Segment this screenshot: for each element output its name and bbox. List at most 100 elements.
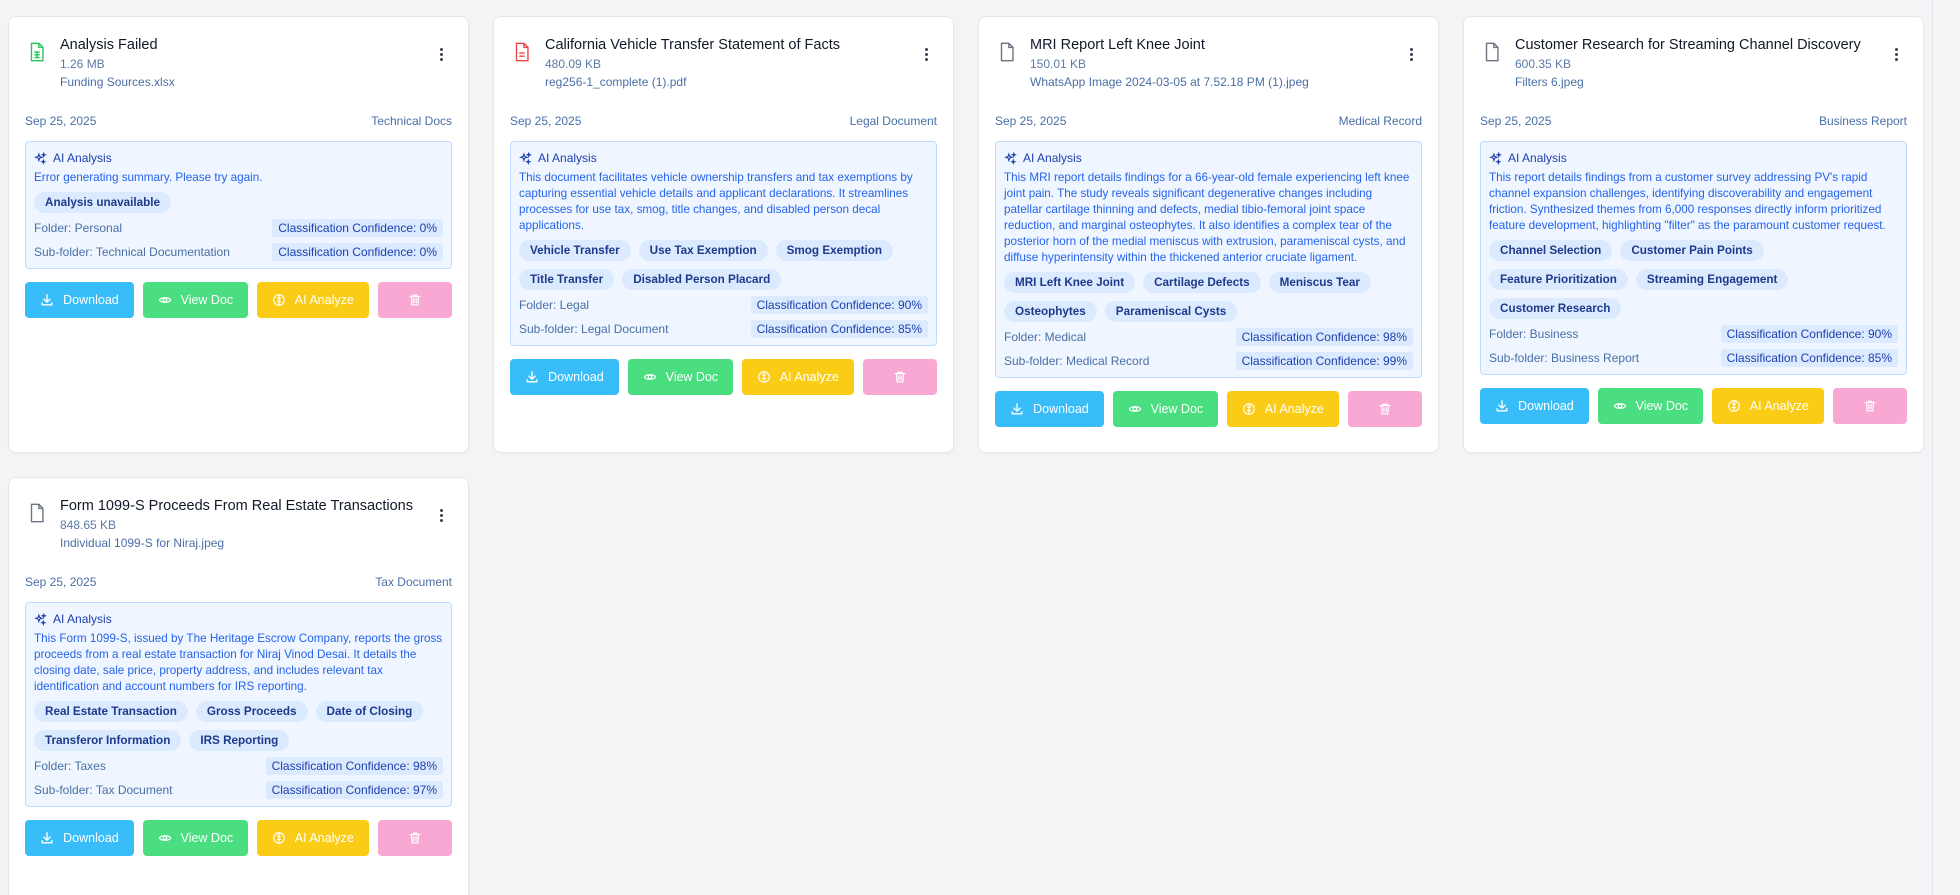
view-doc-label: View Doc xyxy=(665,370,719,384)
ai-analyze-button[interactable]: AI Analyze xyxy=(1226,391,1339,427)
view-doc-button[interactable]: View Doc xyxy=(1112,391,1218,427)
subfolder-row: Sub-folder: Business Report Classificati… xyxy=(1489,349,1898,367)
download-icon xyxy=(1011,403,1023,415)
file-icon xyxy=(26,502,48,524)
card-header: MRI Report Left Knee Joint 150.01 KB Wha… xyxy=(995,33,1422,91)
trash-icon xyxy=(894,371,906,383)
eye-icon xyxy=(643,374,656,380)
subfolder-label: Sub-folder: Legal Document xyxy=(519,322,669,336)
ai-summary: Error generating summary. Please try aga… xyxy=(34,171,263,184)
delete-button[interactable] xyxy=(377,282,452,318)
trash-icon xyxy=(1379,403,1391,415)
card-meta: Sep 25, 2025 Legal Document xyxy=(510,113,937,129)
document-card-4: Customer Research for Streaming Channel … xyxy=(1463,16,1924,453)
download-icon xyxy=(526,371,538,383)
subfolder-row: Sub-folder: Legal Document Classificatio… xyxy=(519,320,928,338)
delete-button[interactable] xyxy=(377,820,452,856)
card-header-text: Customer Research for Streaming Channel … xyxy=(1515,33,1873,91)
tag: Cartilage Defects xyxy=(1143,272,1261,293)
view-doc-button[interactable]: View Doc xyxy=(142,282,248,318)
download-icon xyxy=(1496,400,1508,412)
ai-analyze-button[interactable]: AI Analyze xyxy=(256,282,369,318)
file-name: WhatsApp Image 2024-03-05 at 7.52.18 PM … xyxy=(1030,75,1309,89)
document-category: Medical Record xyxy=(1338,114,1422,128)
card-meta: Sep 25, 2025 Business Report xyxy=(1480,113,1907,129)
card-meta: Sep 25, 2025 Tax Document xyxy=(25,574,452,590)
card-header: Form 1099-S Proceeds From Real Estate Tr… xyxy=(25,494,452,552)
ai-analyze-label: AI Analyze xyxy=(779,370,839,384)
delete-button[interactable] xyxy=(862,359,937,395)
eye-icon xyxy=(158,297,171,303)
ai-summary: This document facilitates vehicle owners… xyxy=(519,171,913,232)
card-actions: Download View Doc AI Analyze xyxy=(995,391,1422,427)
more-options-icon[interactable] xyxy=(430,43,452,65)
download-icon xyxy=(41,832,53,844)
tag: Date of Closing xyxy=(315,701,424,722)
view-doc-label: View Doc xyxy=(180,831,234,845)
more-options-icon[interactable] xyxy=(915,43,937,65)
ai-analyze-button[interactable]: AI Analyze xyxy=(741,359,854,395)
tag: Real Estate Transaction xyxy=(34,701,188,722)
ai-analyze-label: AI Analyze xyxy=(1749,399,1809,413)
more-options-icon[interactable] xyxy=(1400,43,1422,65)
upload-date: Sep 25, 2025 xyxy=(995,114,1067,128)
view-doc-button[interactable]: View Doc xyxy=(627,359,733,395)
delete-button[interactable] xyxy=(1832,388,1907,424)
subfolder-confidence-badge: Classification Confidence: 99% xyxy=(1235,352,1413,370)
ai-analysis-header: AI Analysis xyxy=(34,150,443,166)
folder-confidence-badge: Classification Confidence: 98% xyxy=(265,757,443,775)
tag-list: Channel Selection Customer Pain Points Fea… xyxy=(1489,240,1898,319)
more-options-icon[interactable] xyxy=(1885,43,1907,65)
sparkle-icon xyxy=(1004,151,1017,165)
subfolder-row: Sub-folder: Technical Documentation Clas… xyxy=(34,243,443,261)
upload-date: Sep 25, 2025 xyxy=(510,114,582,128)
card-header-text: California Vehicle Transfer Statement of… xyxy=(545,33,903,91)
document-title: Form 1099-S Proceeds From Real Estate Tr… xyxy=(60,498,413,514)
subfolder-confidence-badge: Classification Confidence: 85% xyxy=(1720,349,1898,367)
tag-list: Vehicle Transfer Use Tax Exemption Smog Ex… xyxy=(519,240,928,290)
file-size: 480.09 KB xyxy=(545,57,602,71)
folder-confidence-badge: Classification Confidence: 0% xyxy=(272,219,443,237)
folder-row: Folder: Taxes Classification Confidence:… xyxy=(34,757,443,775)
document-title: Customer Research for Streaming Channel … xyxy=(1515,37,1861,53)
document-category: Tax Document xyxy=(375,575,452,589)
scrollbar[interactable] xyxy=(1932,0,1960,895)
subfolder-label: Sub-folder: Medical Record xyxy=(1004,354,1150,368)
tag-list: Analysis unavailable xyxy=(34,192,443,213)
tag: MRI Left Knee Joint xyxy=(1004,272,1136,293)
folder-confidence-badge: Classification Confidence: 90% xyxy=(750,296,928,314)
upload-date: Sep 25, 2025 xyxy=(25,114,97,128)
file-name: Filters 6.jpeg xyxy=(1515,75,1584,89)
download-button[interactable]: Download xyxy=(25,282,134,318)
view-doc-button[interactable]: View Doc xyxy=(1597,388,1703,424)
upload-date: Sep 25, 2025 xyxy=(25,575,97,589)
ai-analyze-button[interactable]: AI Analyze xyxy=(1711,388,1824,424)
subfolder-confidence-badge: Classification Confidence: 0% xyxy=(272,243,443,261)
view-doc-button[interactable]: View Doc xyxy=(142,820,248,856)
sparkle-icon xyxy=(34,612,47,626)
spreadsheet-file-icon xyxy=(26,41,48,63)
download-button[interactable]: Download xyxy=(1480,388,1589,424)
folder-label: Folder: Business xyxy=(1489,327,1579,341)
ai-analyze-button[interactable]: AI Analyze xyxy=(256,820,369,856)
card-header-text: MRI Report Left Knee Joint 150.01 KB Wha… xyxy=(1030,33,1388,91)
download-button[interactable]: Download xyxy=(510,359,619,395)
more-options-icon[interactable] xyxy=(430,504,452,526)
document-grid: Analysis Failed 1.26 MB Funding Sources.… xyxy=(8,16,1924,895)
download-button[interactable]: Download xyxy=(25,820,134,856)
document-card-1: Analysis Failed 1.26 MB Funding Sources.… xyxy=(8,16,469,453)
card-meta: Sep 25, 2025 Technical Docs xyxy=(25,113,452,129)
subfolder-row: Sub-folder: Medical Record Classificatio… xyxy=(1004,352,1413,370)
pdf-file-icon xyxy=(511,41,533,63)
download-button[interactable]: Download xyxy=(995,391,1104,427)
subfolder-confidence-badge: Classification Confidence: 85% xyxy=(750,320,928,338)
folder-confidence-badge: Classification Confidence: 90% xyxy=(1720,325,1898,343)
card-actions: Download View Doc AI Analyze xyxy=(25,282,452,318)
folder-row: Folder: Legal Classification Confidence:… xyxy=(519,296,928,314)
folder-label: Folder: Personal xyxy=(34,221,123,235)
document-card-2: California Vehicle Transfer Statement of… xyxy=(493,16,954,453)
delete-button[interactable] xyxy=(1347,391,1422,427)
ai-analysis-panel: AI Analysis This Form 1099-S, issued by … xyxy=(25,602,452,807)
card-header: Customer Research for Streaming Channel … xyxy=(1480,33,1907,91)
ai-analysis-label: AI Analysis xyxy=(1023,151,1082,165)
